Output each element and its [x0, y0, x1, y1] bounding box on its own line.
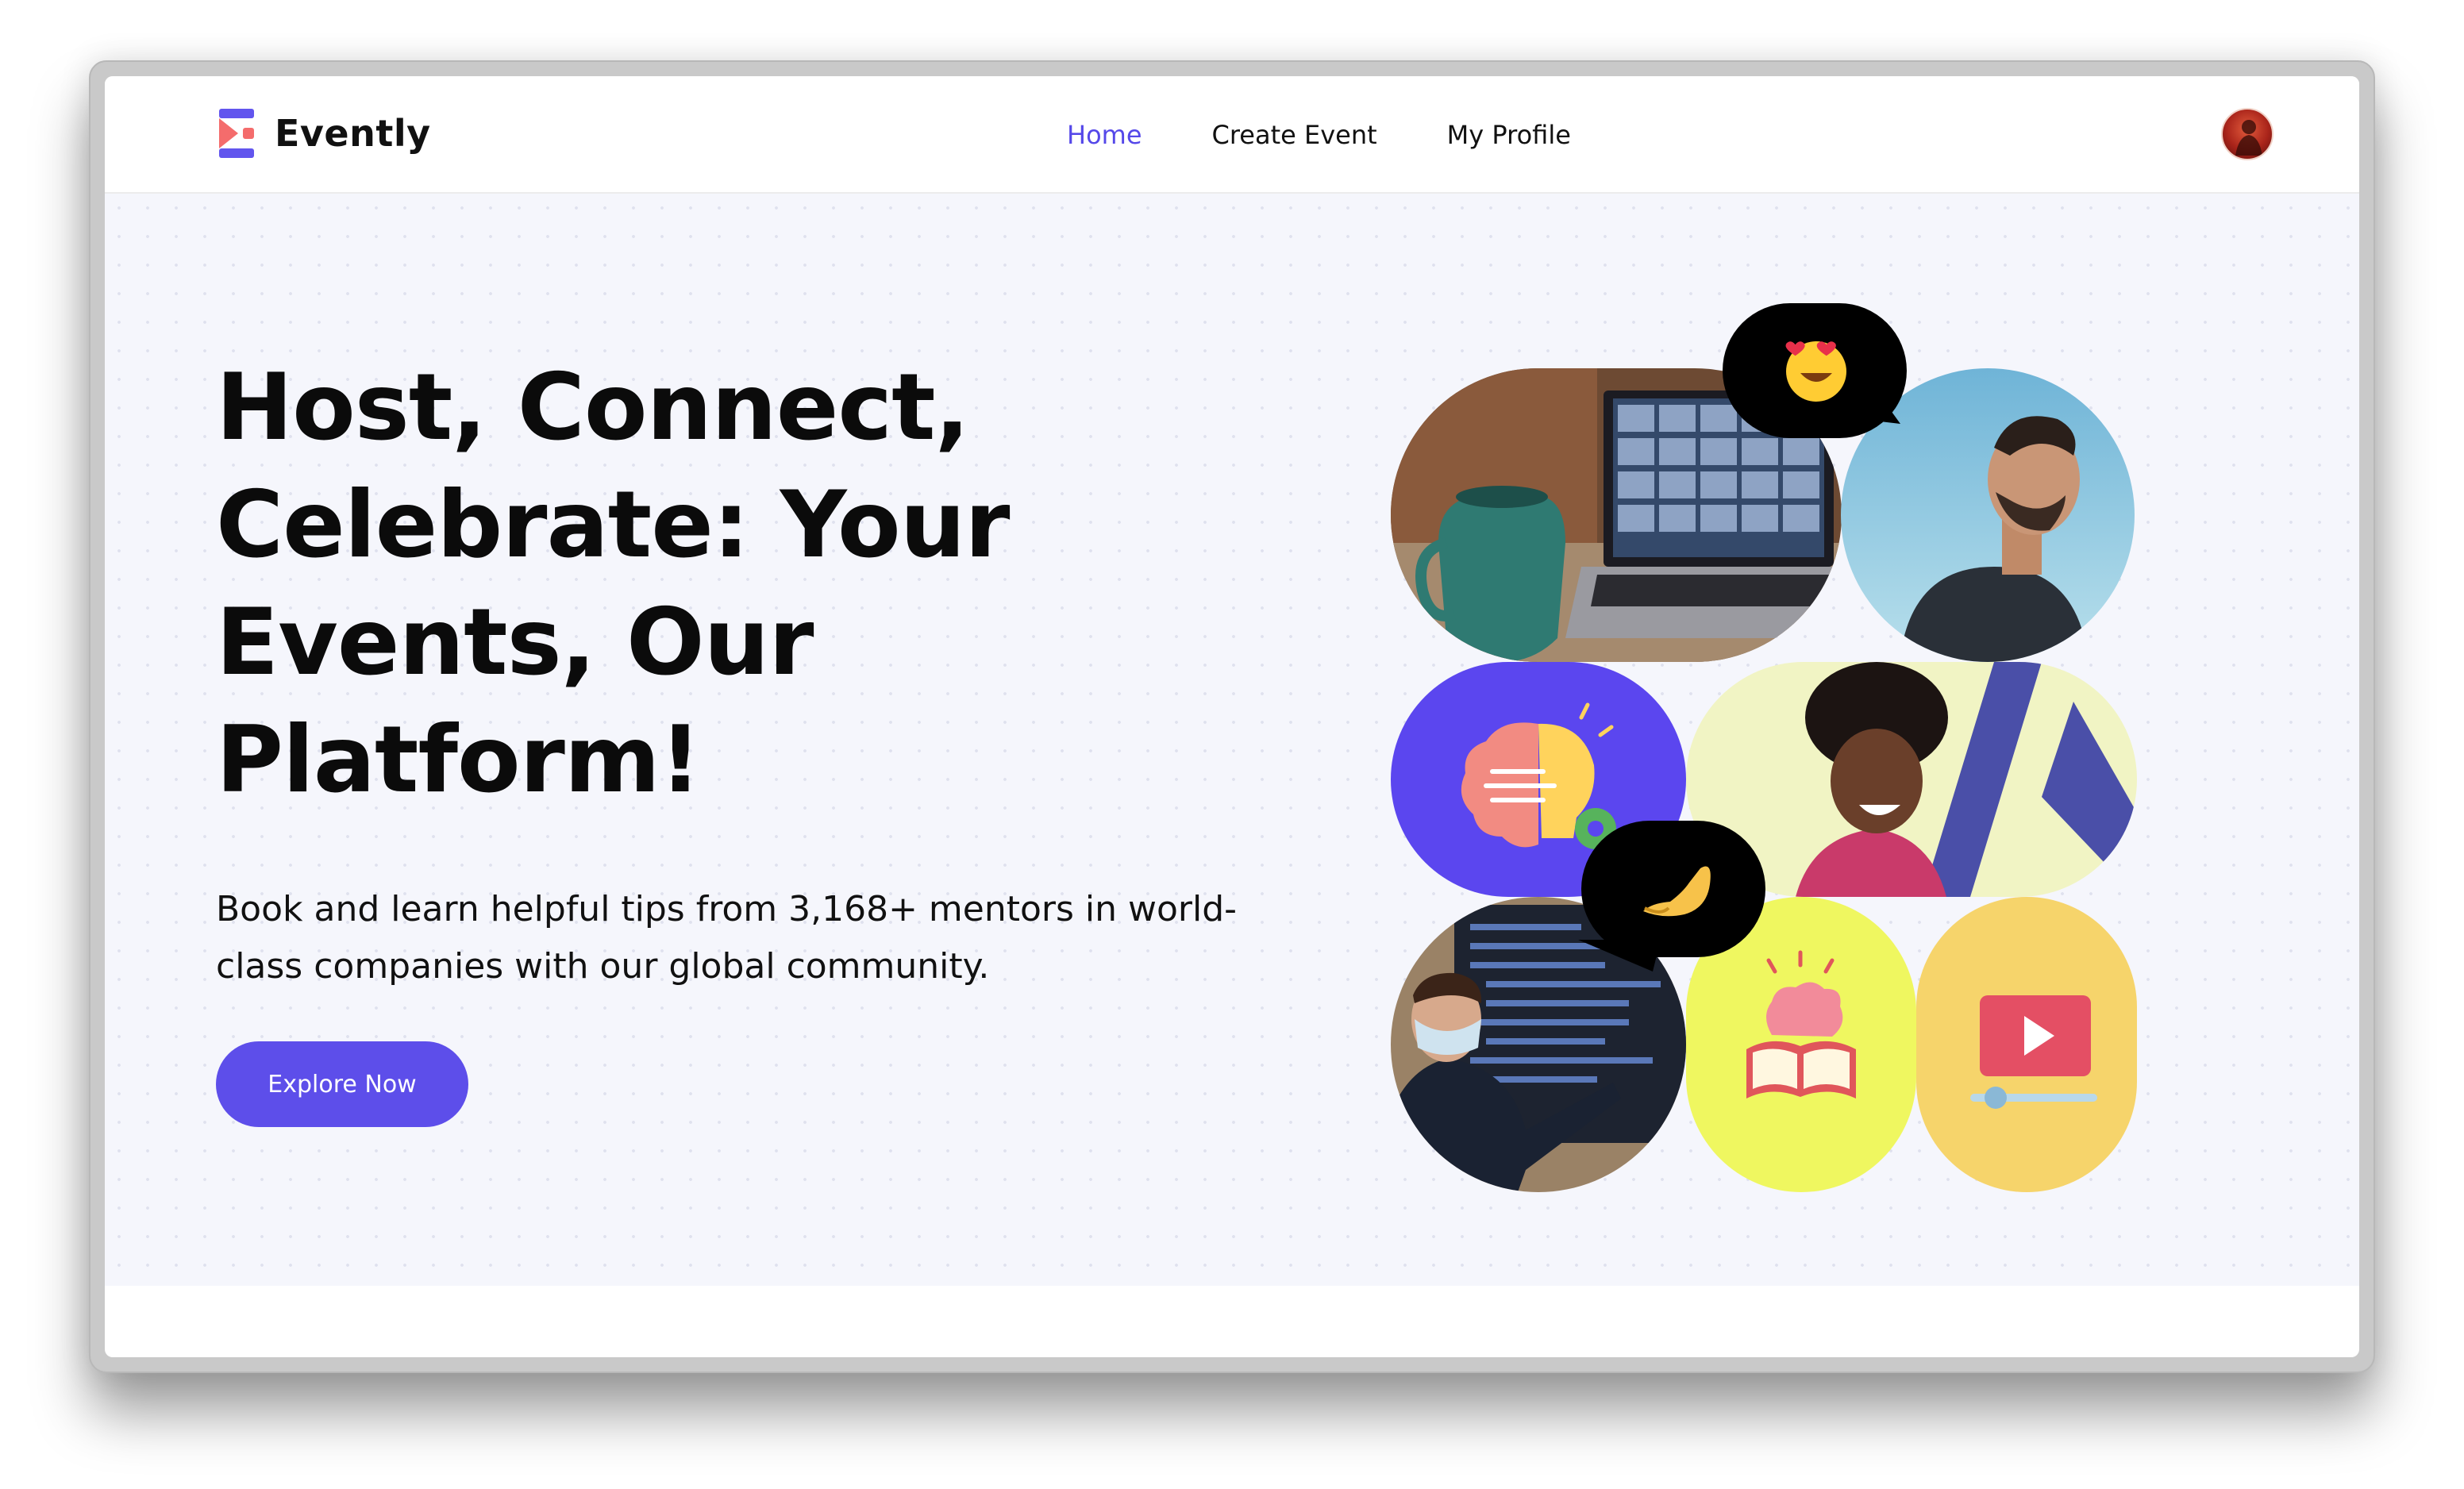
- video-play-icon: [1916, 897, 2137, 1192]
- brand-name: Evently: [275, 112, 431, 155]
- nav-link-create-event[interactable]: Create Event: [1212, 120, 1377, 150]
- page-viewport: Evently Home Create Event My Profile Hos…: [105, 76, 2359, 1357]
- hero-collage: [1391, 303, 2137, 1192]
- top-navbar: Evently Home Create Event My Profile: [105, 76, 2359, 194]
- main-nav: Home Create Event My Profile: [1067, 114, 1571, 156]
- nav-link-home[interactable]: Home: [1067, 120, 1142, 150]
- nav-link-my-profile[interactable]: My Profile: [1447, 120, 1571, 150]
- brand-logo[interactable]: Evently: [214, 108, 431, 159]
- logo-icon: [219, 109, 254, 158]
- hero-section: Host, Connect, Celebrate: Your Events, O…: [105, 194, 2359, 1286]
- user-avatar[interactable]: [2221, 108, 2273, 160]
- browser-window: Evently Home Create Event My Profile Hos…: [89, 60, 2375, 1373]
- heart-eyes-emoji-icon: [1723, 303, 1907, 438]
- avatar-figure-icon: [2235, 120, 2262, 156]
